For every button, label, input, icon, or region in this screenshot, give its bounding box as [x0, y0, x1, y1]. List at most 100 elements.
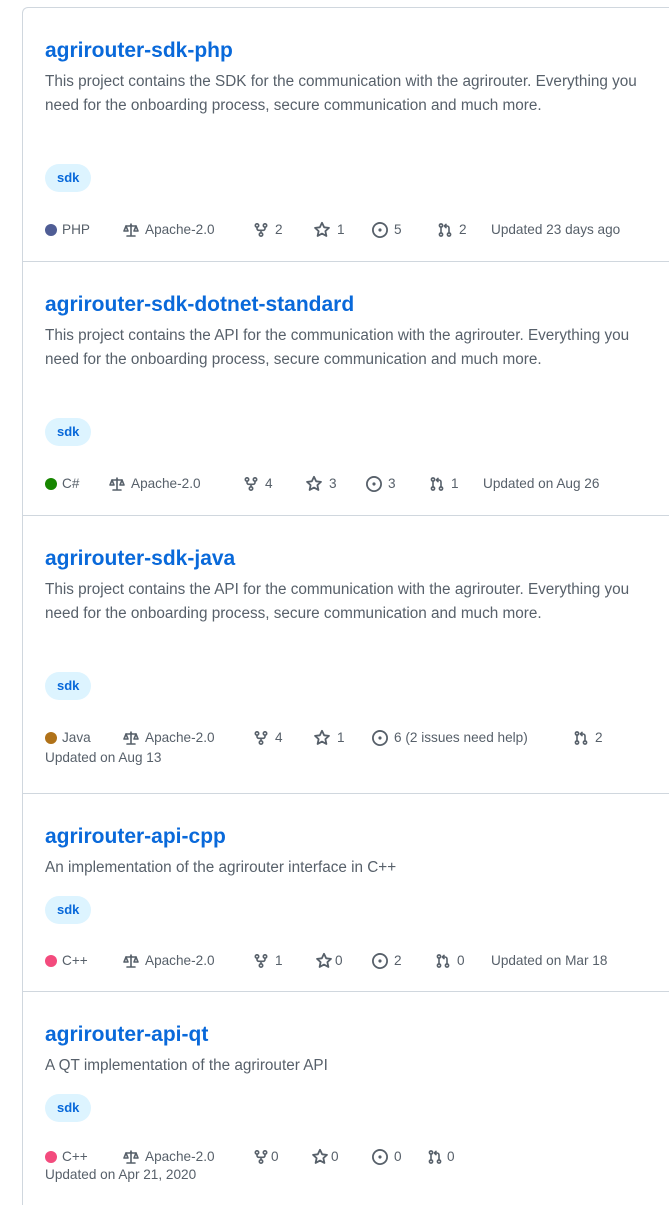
repo-name-link[interactable]: agrirouter-api-cpp — [45, 825, 226, 849]
stars-count: 3 — [329, 476, 337, 491]
repo-description: This project contains the API for the co… — [45, 581, 630, 622]
language-name: C++ — [62, 953, 88, 968]
forks-count: 0 — [271, 1149, 279, 1164]
language-color-dot — [45, 224, 57, 236]
forks-link[interactable]: 0 — [253, 1148, 279, 1166]
stars-link[interactable]: 0 — [311, 1148, 339, 1166]
topic-tag[interactable]: sdk — [45, 896, 92, 924]
star-icon — [305, 475, 323, 493]
forks-link[interactable]: 2 — [253, 221, 283, 239]
license-name: Apache-2.0 — [145, 222, 215, 237]
license: Apache-2.0 — [107, 475, 201, 493]
language: PHP — [45, 221, 90, 239]
stars-link[interactable]: 1 — [313, 221, 345, 239]
license-name: Apache-2.0 — [145, 1149, 215, 1164]
pulls-count: 0 — [457, 953, 465, 968]
law-icon — [121, 953, 141, 969]
law-icon — [121, 1149, 141, 1165]
issue-open-icon — [365, 475, 383, 493]
repo-name-link[interactable]: agrirouter-api-qt — [45, 1023, 208, 1047]
pull-request-icon — [435, 953, 451, 969]
issues-link[interactable]: 6 (2 issues need help) — [371, 729, 528, 747]
license: Apache-2.0 — [121, 729, 215, 747]
language-color-dot — [45, 478, 57, 490]
law-icon — [121, 730, 141, 746]
issues-link[interactable]: 0 — [371, 1148, 402, 1166]
pulls-link[interactable]: 0 — [435, 952, 465, 970]
license: Apache-2.0 — [121, 1148, 215, 1166]
star-icon — [311, 1148, 329, 1166]
law-icon — [121, 222, 141, 238]
star-icon — [313, 729, 331, 747]
topic-tag[interactable]: sdk — [45, 164, 92, 192]
issues-count: 5 — [394, 222, 402, 237]
issues-link[interactable]: 3 — [365, 475, 396, 493]
repository-list: agrirouter-sdk-php This project contains… — [22, 7, 669, 1205]
repo-card: agrirouter-sdk-java This project contain… — [23, 516, 669, 794]
topic-tag[interactable]: sdk — [45, 418, 92, 446]
license: Apache-2.0 — [121, 221, 215, 239]
forks-count: 4 — [275, 730, 283, 745]
forks-link[interactable]: 4 — [253, 729, 283, 747]
issue-open-icon — [371, 952, 389, 970]
forks-count: 2 — [275, 222, 283, 237]
issues-count: 3 — [388, 476, 396, 491]
language: Java — [45, 729, 91, 747]
updated-time: Updated 23 days ago — [491, 222, 621, 237]
license-name: Apache-2.0 — [145, 730, 215, 745]
language: C++ — [45, 952, 88, 970]
issues-count: 2 — [394, 953, 402, 968]
pulls-link[interactable]: 0 — [427, 1148, 455, 1166]
law-icon — [107, 476, 127, 492]
stars-count: 0 — [335, 953, 343, 968]
repo-card: agrirouter-api-cpp An implementation of … — [23, 794, 669, 992]
pulls-count: 1 — [451, 476, 459, 491]
forks-link[interactable]: 1 — [253, 952, 283, 970]
language: C# — [45, 475, 79, 493]
forks-count: 1 — [275, 953, 283, 968]
issue-open-icon — [371, 729, 389, 747]
pulls-link[interactable]: 2 — [437, 221, 467, 239]
repo-card: agrirouter-sdk-dotnet-standard This proj… — [23, 262, 669, 516]
repo-name-link[interactable]: agrirouter-sdk-java — [45, 547, 235, 571]
fork-icon — [253, 953, 269, 969]
star-icon — [315, 952, 333, 970]
fork-icon — [253, 1149, 269, 1165]
topic-tag[interactable]: sdk — [45, 672, 92, 700]
pulls-count: 0 — [447, 1149, 455, 1164]
issue-open-icon — [371, 221, 389, 239]
language-name: Java — [62, 730, 91, 745]
license-name: Apache-2.0 — [145, 953, 215, 968]
pulls-count: 2 — [595, 730, 603, 745]
repo-description: An implementation of the agrirouter inte… — [45, 859, 397, 876]
stars-link[interactable]: 3 — [305, 475, 337, 493]
issues-count: 6 (2 issues need help) — [394, 730, 528, 745]
pulls-link[interactable]: 2 — [573, 729, 603, 747]
pull-request-icon — [429, 476, 445, 492]
updated-time: Updated on Mar 18 — [491, 953, 608, 968]
repo-description: This project contains the SDK for the co… — [45, 73, 637, 114]
language-color-dot — [45, 732, 57, 744]
fork-icon — [253, 222, 269, 238]
repo-card: agrirouter-sdk-php This project contains… — [23, 8, 669, 262]
stars-link[interactable]: 1 — [313, 729, 345, 747]
repo-description: This project contains the API for the co… — [45, 327, 630, 368]
pulls-link[interactable]: 1 — [429, 475, 459, 493]
forks-link[interactable]: 4 — [243, 475, 273, 493]
repo-name-link[interactable]: agrirouter-sdk-php — [45, 39, 233, 63]
language-name: C++ — [62, 1149, 88, 1164]
license: Apache-2.0 — [121, 952, 215, 970]
license-name: Apache-2.0 — [131, 476, 201, 491]
updated-time: Updated on Aug 26 — [483, 476, 600, 491]
issues-link[interactable]: 2 — [371, 952, 402, 970]
star-icon — [313, 221, 331, 239]
language-name: PHP — [62, 222, 90, 237]
repo-name-link[interactable]: agrirouter-sdk-dotnet-standard — [45, 293, 354, 317]
issues-link[interactable]: 5 — [371, 221, 402, 239]
topic-tag[interactable]: sdk — [45, 1094, 92, 1122]
stars-link[interactable]: 0 — [315, 952, 343, 970]
pull-request-icon — [573, 730, 589, 746]
issues-count: 0 — [394, 1149, 402, 1164]
pull-request-icon — [427, 1149, 443, 1165]
language-color-dot — [45, 1151, 57, 1163]
